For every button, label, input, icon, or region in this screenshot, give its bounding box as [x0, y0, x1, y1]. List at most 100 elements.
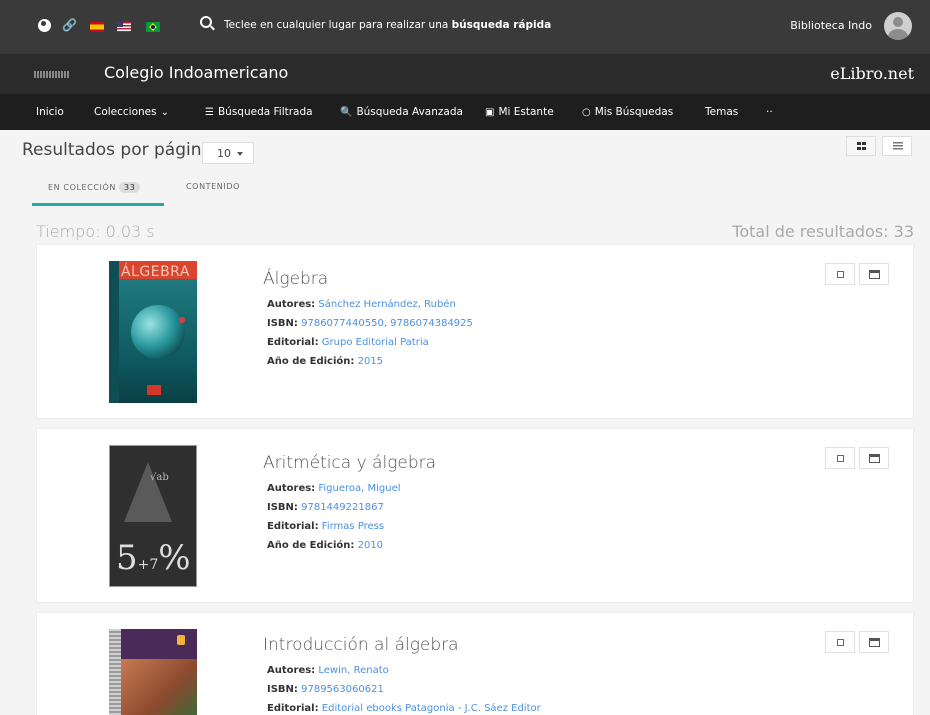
- select-button[interactable]: [825, 447, 855, 469]
- add-to-shelf-button[interactable]: [859, 447, 889, 469]
- shelf-icon: ▣: [485, 106, 495, 118]
- globe-icon[interactable]: [38, 19, 51, 32]
- publisher-label: Editorial:: [267, 337, 319, 348]
- authors-row: Autores: Lewin, Renato: [267, 661, 541, 680]
- cover-emblem-icon: [177, 635, 185, 645]
- cover-spine: [109, 629, 121, 715]
- checkbox-icon: [837, 455, 844, 462]
- institution-name[interactable]: Colegio Indoamericano: [104, 63, 288, 82]
- filter-icon: ☰: [205, 106, 214, 118]
- year-value: 2010: [357, 540, 384, 551]
- nav-more[interactable]: ··: [766, 106, 773, 118]
- nav-busqueda-filtrada-label: Búsqueda Filtrada: [217, 106, 313, 118]
- active-tab-indicator: [32, 203, 164, 206]
- link-icon[interactable]: 🔗: [62, 18, 77, 32]
- isbn-value: 9786077440550, 9786074384925: [301, 318, 473, 329]
- isbn-row: ISBN: 9786077440550, 9786074384925: [267, 314, 473, 333]
- result-card: ÁLGEBRA Álgebra Autores: Sánchez Hernánd…: [36, 244, 914, 419]
- nav-busqueda-avanzada-label: Búsqueda Avanzada: [356, 106, 463, 118]
- nav-colecciones-label: Colecciones: [94, 106, 157, 118]
- total-results: Total de resultados: 33: [732, 222, 914, 241]
- nav-inicio-label: Inicio: [36, 106, 64, 118]
- brand-logo[interactable]: eLibro.net: [830, 64, 914, 83]
- nav-mis-busquedas[interactable]: ○ Mis Búsquedas: [582, 106, 673, 118]
- nav-mi-estante-label: Mi Estante: [498, 106, 554, 118]
- checkbox-icon: [837, 639, 844, 646]
- year-row: Año de Edición: 2015: [267, 352, 473, 371]
- authors-label: Autores:: [267, 665, 316, 676]
- flag-spain-icon[interactable]: [90, 22, 104, 32]
- publisher-value[interactable]: Firmas Press: [322, 521, 384, 532]
- nav-temas-label: Temas: [705, 106, 739, 118]
- cover-percent: %: [158, 538, 191, 578]
- authors-value[interactable]: Figueroa, Miguel: [318, 483, 400, 494]
- avatar[interactable]: [884, 12, 912, 40]
- nav-inicio[interactable]: Inicio: [36, 106, 64, 118]
- search-icon: 🔍: [340, 106, 353, 118]
- grid-icon: [857, 142, 866, 150]
- tab-en-coleccion[interactable]: EN COLECCIÓN 33: [48, 182, 141, 193]
- main-nav: Inicio Colecciones ⌄ ☰ Búsqueda Filtrada 🔍…: [0, 94, 930, 130]
- search-outline-icon: ○: [582, 106, 591, 118]
- search-time: Tiempo: 0.03 s: [36, 222, 155, 241]
- nav-temas[interactable]: Temas: [705, 106, 738, 118]
- grid-view-button[interactable]: [846, 136, 876, 156]
- authors-row: Autores: Figueroa, Miguel: [267, 479, 401, 498]
- book-cover[interactable]: ÁLGEBRA: [109, 261, 197, 403]
- nav-mi-estante[interactable]: ▣ Mi Estante: [485, 106, 554, 118]
- flag-usa-icon[interactable]: [117, 22, 131, 32]
- tab-contenido-label: CONTENIDO: [186, 182, 241, 191]
- cover-plus-seven: +7: [137, 557, 159, 573]
- quick-search-hint[interactable]: Teclee en cualquier lugar para realizar …: [224, 19, 551, 31]
- authors-row: Autores: Sánchez Hernández, Rubén: [267, 295, 473, 314]
- flag-brazil-icon[interactable]: [146, 22, 160, 32]
- isbn-value: 9781449221867: [301, 502, 384, 513]
- year-value: 2015: [357, 356, 384, 367]
- publisher-logo-icon: [147, 385, 161, 395]
- caret-down-icon: [237, 152, 243, 156]
- select-button[interactable]: [825, 631, 855, 653]
- add-to-shelf-button[interactable]: [859, 263, 889, 285]
- nav-busqueda-filtrada[interactable]: ☰ Búsqueda Filtrada: [205, 106, 313, 118]
- book-title[interactable]: Introducción al álgebra: [263, 635, 459, 655]
- publisher-value[interactable]: Grupo Editorial Patria: [322, 337, 429, 348]
- institution-logo: [34, 71, 70, 78]
- publisher-row: Editorial: Firmas Press: [267, 517, 401, 536]
- cover-pyramid-image: [124, 462, 172, 522]
- list-icon: [893, 142, 903, 150]
- cover-title-text: ÁLGEBRA: [121, 264, 190, 280]
- book-cover[interactable]: [109, 629, 197, 715]
- isbn-label: ISBN:: [267, 684, 298, 695]
- tab-en-coleccion-label: EN COLECCIÓN: [48, 183, 116, 192]
- publisher-value[interactable]: Editorial ebooks Patagonia - J.C. Sáez E…: [322, 703, 541, 714]
- isbn-row: ISBN: 9789563060621: [267, 680, 541, 699]
- nav-colecciones[interactable]: Colecciones ⌄: [94, 106, 169, 118]
- nav-busqueda-avanzada[interactable]: 🔍 Búsqueda Avanzada: [340, 106, 463, 118]
- user-name[interactable]: Biblioteca Indo: [790, 19, 872, 32]
- authors-label: Autores:: [267, 299, 316, 310]
- checkbox-icon: [837, 271, 844, 278]
- per-page-value: 10: [217, 147, 231, 160]
- quick-search-prefix: Teclee en cualquier lugar para realizar …: [224, 19, 452, 31]
- authors-value[interactable]: Sánchez Hernández, Rubén: [318, 299, 455, 310]
- book-metadata: Autores: Figueroa, Miguel ISBN: 97814492…: [267, 479, 401, 555]
- add-to-shelf-button[interactable]: [859, 631, 889, 653]
- cover-sphere-image: [131, 305, 185, 359]
- tab-contenido[interactable]: CONTENIDO: [186, 182, 240, 191]
- book-title[interactable]: Álgebra: [263, 269, 328, 289]
- book-title[interactable]: Aritmética y álgebra: [263, 453, 436, 473]
- nav-mis-busquedas-label: Mis Búsquedas: [594, 106, 674, 118]
- authors-value[interactable]: Lewin, Renato: [318, 665, 388, 676]
- isbn-label: ISBN:: [267, 318, 298, 329]
- per-page-select[interactable]: 10: [202, 142, 254, 164]
- list-view-button[interactable]: [882, 136, 912, 156]
- authors-label: Autores:: [267, 483, 316, 494]
- year-label: Año de Edición:: [267, 540, 355, 551]
- book-cover[interactable]: √ab 5+7%: [109, 445, 197, 587]
- publisher-label: Editorial:: [267, 703, 319, 714]
- result-card: √ab 5+7% Aritmética y álgebra Autores: F…: [36, 428, 914, 603]
- quick-search-bold: búsqueda rápida: [451, 19, 552, 31]
- search-icon[interactable]: [200, 16, 212, 28]
- cover-formula-text: √ab: [150, 472, 169, 483]
- select-button[interactable]: [825, 263, 855, 285]
